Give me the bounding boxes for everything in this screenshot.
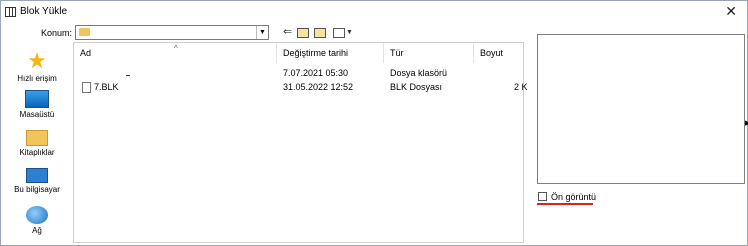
highlight-underline (537, 203, 593, 205)
place-this-pc[interactable]: Bu bilgisayar (2, 168, 72, 194)
places-bar: ★ Hızlı erişim Masaüstü Kitaplıklar Bu b… (2, 42, 72, 242)
column-header-label: Ad (80, 48, 92, 58)
dialog-window: Blok Yükle ✕ Konum: ▼ ⇐ ▼ ★ Hızlı erişim… (0, 0, 748, 246)
chevron-down-icon[interactable]: ▼ (256, 26, 268, 39)
column-header-size[interactable]: Boyut (474, 43, 524, 63)
window-title: Blok Yükle (20, 6, 68, 17)
preview-panel (537, 34, 745, 184)
place-label: Bu bilgisayar (14, 185, 60, 194)
column-header-type[interactable]: Tür (384, 43, 474, 63)
up-folder-icon[interactable] (297, 28, 309, 38)
column-header-date[interactable]: Değiştirme tarihi (277, 43, 384, 63)
place-label: Kitaplıklar (19, 148, 55, 157)
new-folder-icon[interactable] (314, 28, 326, 38)
cell-type: Dosya klasörü (390, 68, 448, 78)
libraries-icon (26, 130, 48, 146)
location-label: Konum: (41, 28, 73, 38)
place-libraries[interactable]: Kitaplıklar (2, 130, 72, 157)
cell-type: BLK Dosyası (390, 82, 443, 92)
file-icon (82, 82, 91, 93)
location-dropdown[interactable]: ▼ (75, 25, 269, 40)
sort-ascending-icon: ^ (174, 44, 178, 53)
column-header-name[interactable]: Ad ^ (74, 43, 277, 63)
table-row[interactable]: 7.07.2021 05:30 Dosya klasörü (74, 68, 523, 81)
cell-date: 31.05.2022 12:52 (283, 82, 354, 92)
desktop-icon (25, 90, 49, 108)
preview-checkbox-label[interactable]: Ön görüntü (551, 192, 596, 202)
place-network[interactable]: Ağ (2, 206, 72, 235)
back-arrow-icon[interactable]: ⇐ (283, 26, 292, 39)
app-icon (5, 7, 16, 17)
star-icon: ★ (27, 48, 47, 73)
place-quick-access[interactable]: ★ Hızlı erişim (2, 48, 72, 84)
table-row[interactable]: 7.BLK 31.05.2022 12:52 BLK Dosyası 2 K (74, 82, 528, 95)
preview-checkbox[interactable] (538, 192, 547, 201)
folder-icon (79, 28, 90, 36)
computer-icon (26, 168, 48, 183)
cell-date: 7.07.2021 05:30 (283, 68, 349, 78)
place-label: Ağ (32, 226, 42, 235)
place-label: Masaüstü (19, 110, 55, 119)
close-icon[interactable]: ✕ (725, 3, 737, 19)
file-list: Ad ^ Değiştirme tarihi Tür Boyut 7.07.20… (73, 42, 528, 243)
view-menu-chevron-icon[interactable]: ▼ (346, 26, 353, 39)
place-desktop[interactable]: Masaüstü (2, 90, 72, 119)
place-label: Hızlı erişim (17, 74, 57, 83)
title-bar: Blok Yükle ✕ (1, 1, 747, 23)
view-menu-icon[interactable] (333, 28, 345, 38)
cell-size: 2 K (514, 82, 528, 92)
network-icon (26, 206, 48, 224)
cell-name: 7.BLK (94, 82, 119, 92)
